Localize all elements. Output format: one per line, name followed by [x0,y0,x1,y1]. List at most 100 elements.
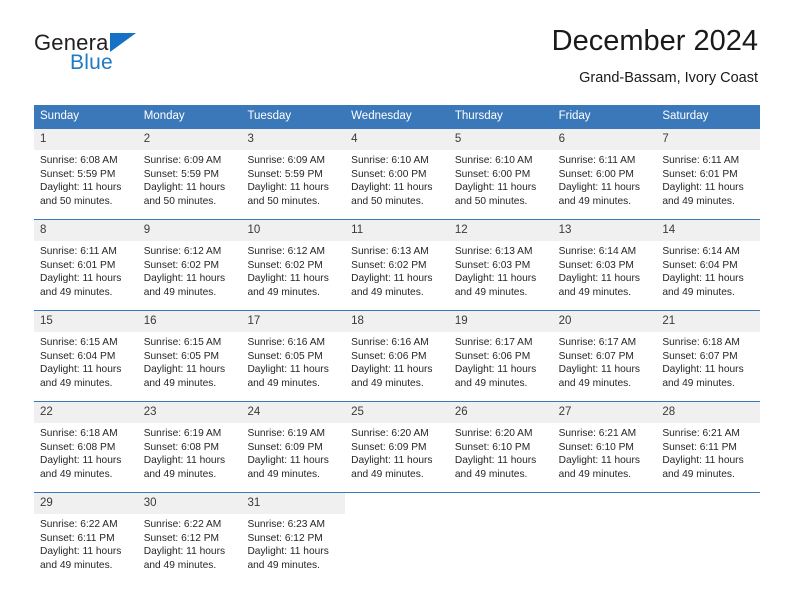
sunrise-text: Sunrise: 6:10 AM [454,155,533,166]
weekday-header-tuesday: Tuesday [247,110,292,122]
daylight-text-line2: and 49 minutes. [40,468,113,480]
sunset-text: Sunset: 6:07 PM [558,350,634,362]
day-cell[interactable]: 28 Sunrise: 6:21 AM Sunset: 6:11 PM Dayl… [656,402,761,483]
day-cell[interactable]: 27 Sunrise: 6:21 AM Sunset: 6:10 PM Dayl… [552,402,657,483]
day-cell[interactable]: 15 Sunrise: 6:15 AM Sunset: 6:04 PM Dayl… [34,311,138,392]
day-number: 27 [552,402,657,423]
sunset-text: Sunset: 6:10 PM [454,441,531,453]
calendar-page: General Blue December 2024 Grand-Bassam,… [0,0,792,612]
daylight-text-line2: and 49 minutes. [351,468,424,480]
day-cell[interactable]: 10 Sunrise: 6:12 AM Sunset: 6:02 PM Dayl… [241,220,346,301]
day-cell[interactable]: 3 Sunrise: 6:09 AM Sunset: 5:59 PM Dayli… [241,129,346,210]
day-cell[interactable]: 14 Sunrise: 6:14 AM Sunset: 6:04 PM Dayl… [656,220,761,301]
day-number: 23 [137,402,242,423]
sunrise-text: Sunrise: 6:11 AM [662,155,740,166]
day-number: 26 [448,402,553,423]
day-cell[interactable]: 17 Sunrise: 6:16 AM Sunset: 6:05 PM Dayl… [241,311,346,392]
weekday-header-saturday: Saturday [662,110,709,122]
day-number: 17 [241,311,346,332]
brand-logo[interactable]: General Blue [34,30,234,82]
daylight-text-line1: Daylight: 11 hours [351,273,433,285]
day-cell[interactable]: 7 Sunrise: 6:11 AM Sunset: 6:01 PM Dayli… [656,129,761,210]
day-cell[interactable]: 20 Sunrise: 6:17 AM Sunset: 6:07 PM Dayl… [552,311,657,392]
day-details: Sunrise: 6:23 AM Sunset: 6:12 PM Dayligh… [241,514,345,574]
daylight-text-line2: and 49 minutes. [40,377,113,389]
sunset-text: Sunset: 6:03 PM [454,259,531,271]
day-cell[interactable]: 29 Sunrise: 6:22 AM Sunset: 6:11 PM Dayl… [34,493,138,574]
day-cell[interactable]: 1 Sunrise: 6:08 AM Sunset: 5:59 PM Dayli… [34,129,138,210]
week-row: 29 Sunrise: 6:22 AM Sunset: 6:11 PM Dayl… [34,492,760,574]
day-cell[interactable]: 24 Sunrise: 6:19 AM Sunset: 6:09 PM Dayl… [241,402,346,483]
brand-triangle-icon [110,33,136,52]
day-cell[interactable]: 13 Sunrise: 6:14 AM Sunset: 6:03 PM Dayl… [552,220,657,301]
day-cell[interactable]: 2 Sunrise: 6:09 AM Sunset: 5:59 PM Dayli… [137,129,242,210]
day-number: 20 [552,311,657,332]
day-details: Sunrise: 6:10 AM Sunset: 6:00 PM Dayligh… [345,150,449,210]
day-number [345,493,449,514]
sunrise-text: Sunrise: 6:18 AM [40,428,118,439]
day-cell[interactable]: 23 Sunrise: 6:19 AM Sunset: 6:08 PM Dayl… [137,402,242,483]
day-details: Sunrise: 6:21 AM Sunset: 6:11 PM Dayligh… [656,423,760,483]
day-cell[interactable]: 19 Sunrise: 6:17 AM Sunset: 6:06 PM Dayl… [448,311,553,392]
day-number: 18 [345,311,449,332]
day-cell[interactable]: 18 Sunrise: 6:16 AM Sunset: 6:06 PM Dayl… [345,311,449,392]
weekday-header-wednesday: Wednesday [351,110,412,122]
day-details: Sunrise: 6:14 AM Sunset: 6:04 PM Dayligh… [656,241,760,301]
day-cell[interactable]: 9 Sunrise: 6:12 AM Sunset: 6:02 PM Dayli… [137,220,242,301]
sunset-text: Sunset: 6:00 PM [351,168,427,180]
day-number: 6 [552,129,657,150]
daylight-text-line1: Daylight: 11 hours [247,182,329,194]
daylight-text-line2: and 49 minutes. [247,468,320,480]
day-details: Sunrise: 6:17 AM Sunset: 6:07 PM Dayligh… [553,332,657,392]
day-number: 15 [34,311,138,332]
day-details: Sunrise: 6:21 AM Sunset: 6:10 PM Dayligh… [553,423,657,483]
page-header: General Blue December 2024 Grand-Bassam,… [0,0,792,86]
day-cell[interactable]: 8 Sunrise: 6:11 AM Sunset: 6:01 PM Dayli… [34,220,138,301]
daylight-text-line1: Daylight: 11 hours [40,182,122,194]
day-cell[interactable]: 4 Sunrise: 6:10 AM Sunset: 6:00 PM Dayli… [345,129,449,210]
day-cell[interactable]: 30 Sunrise: 6:22 AM Sunset: 6:12 PM Dayl… [137,493,242,574]
day-cell[interactable]: 22 Sunrise: 6:18 AM Sunset: 6:08 PM Dayl… [34,402,138,483]
daylight-text-line1: Daylight: 11 hours [247,546,329,558]
daylight-text-line2: and 49 minutes. [143,377,217,389]
sunset-text: Sunset: 6:06 PM [351,350,427,362]
weekday-header-thursday: Thursday [454,110,503,122]
daylight-text-line1: Daylight: 11 hours [662,273,744,285]
daylight-text-line1: Daylight: 11 hours [662,455,744,467]
daylight-text-line1: Daylight: 11 hours [454,182,537,194]
day-number [553,493,657,514]
day-cell[interactable]: 11 Sunrise: 6:13 AM Sunset: 6:02 PM Dayl… [345,220,449,301]
day-cell[interactable]: 5 Sunrise: 6:10 AM Sunset: 6:00 PM Dayli… [448,129,553,210]
day-number: 2 [137,129,242,150]
day-number: 14 [656,220,761,241]
day-cell[interactable]: 31 Sunrise: 6:23 AM Sunset: 6:12 PM Dayl… [241,493,346,574]
day-cell[interactable]: 16 Sunrise: 6:15 AM Sunset: 6:05 PM Dayl… [137,311,242,392]
daylight-text-line1: Daylight: 11 hours [662,182,744,194]
daylight-text-line2: and 49 minutes. [143,559,217,571]
daylight-text-line2: and 49 minutes. [143,286,217,298]
daylight-text-line2: and 49 minutes. [558,377,632,389]
day-number: 1 [34,129,138,150]
day-cell[interactable]: 26 Sunrise: 6:20 AM Sunset: 6:10 PM Dayl… [448,402,553,483]
day-cell[interactable]: 25 Sunrise: 6:20 AM Sunset: 6:09 PM Dayl… [345,402,449,483]
day-cell[interactable]: 21 Sunrise: 6:18 AM Sunset: 6:07 PM Dayl… [656,311,761,392]
day-cell[interactable]: 6 Sunrise: 6:11 AM Sunset: 6:00 PM Dayli… [552,129,657,210]
day-number: 21 [656,311,761,332]
sunset-text: Sunset: 6:01 PM [40,259,116,271]
sunrise-text: Sunrise: 6:21 AM [662,428,740,439]
day-details: Sunrise: 6:18 AM Sunset: 6:07 PM Dayligh… [656,332,760,392]
sunrise-text: Sunrise: 6:22 AM [40,519,118,530]
sunrise-text: Sunrise: 6:17 AM [558,337,637,348]
sunrise-text: Sunrise: 6:12 AM [247,246,326,257]
sunrise-text: Sunrise: 6:12 AM [143,246,222,257]
daylight-text-line1: Daylight: 11 hours [143,364,226,376]
day-details: Sunrise: 6:20 AM Sunset: 6:10 PM Dayligh… [449,423,553,483]
daylight-text-line1: Daylight: 11 hours [351,455,433,467]
sunrise-text: Sunrise: 6:19 AM [143,428,222,439]
day-cell[interactable]: 12 Sunrise: 6:13 AM Sunset: 6:03 PM Dayl… [448,220,553,301]
sunset-text: Sunset: 6:02 PM [143,259,220,271]
sunrise-text: Sunrise: 6:10 AM [351,155,429,166]
day-details: Sunrise: 6:22 AM Sunset: 6:12 PM Dayligh… [138,514,242,574]
sunrise-text: Sunrise: 6:16 AM [247,337,326,348]
daylight-text-line1: Daylight: 11 hours [351,182,433,194]
